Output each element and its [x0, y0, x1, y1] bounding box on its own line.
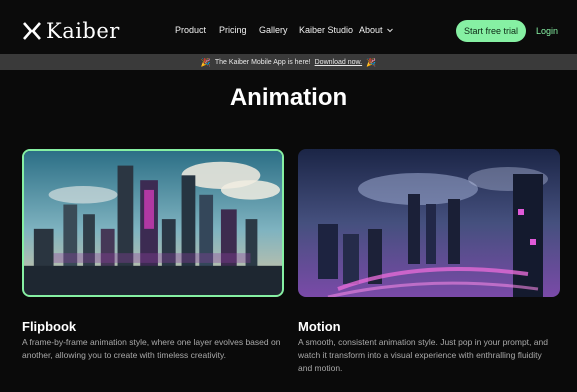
download-now-link[interactable]: Download now. [315, 59, 362, 66]
top-navigation: Kaiber Product Pricing Gallery Kaiber St… [0, 0, 577, 54]
announcement-banner: 🎉 The Kaiber Mobile App is here! Downloa… [0, 54, 577, 70]
banner-text: The Kaiber Mobile App is here! [214, 58, 311, 66]
start-free-trial-button[interactable]: Start free trial [456, 20, 526, 42]
flipbook-preview-image[interactable] [22, 149, 284, 297]
nav-item-kaiber-studio[interactable]: Kaiber Studio [299, 25, 353, 35]
login-link[interactable]: Login [536, 26, 558, 36]
flipbook-title: Flipbook [22, 319, 77, 334]
party-popper-icon: 🎉 [366, 57, 377, 67]
brand-logo[interactable]: Kaiber [22, 18, 120, 44]
nav-item-pricing[interactable]: Pricing [219, 25, 247, 35]
nav-item-about[interactable]: About [359, 25, 394, 35]
party-popper-icon: 🎉 [200, 57, 211, 67]
motion-description: A smooth, consistent animation style. Ju… [298, 337, 548, 373]
chevron-down-icon [386, 28, 393, 33]
kaiber-logo-icon [22, 21, 42, 41]
page-title: Animation [229, 84, 348, 111]
nav-item-about-label: About [359, 25, 383, 35]
nav-item-gallery[interactable]: Gallery [259, 25, 288, 35]
motion-title: Motion [298, 319, 341, 334]
flipbook-description: A frame-by-frame animation style, where … [22, 337, 281, 360]
brand-name: Kaiber [46, 19, 120, 43]
nav-item-product[interactable]: Product [175, 25, 206, 35]
motion-preview-image[interactable] [298, 149, 560, 297]
